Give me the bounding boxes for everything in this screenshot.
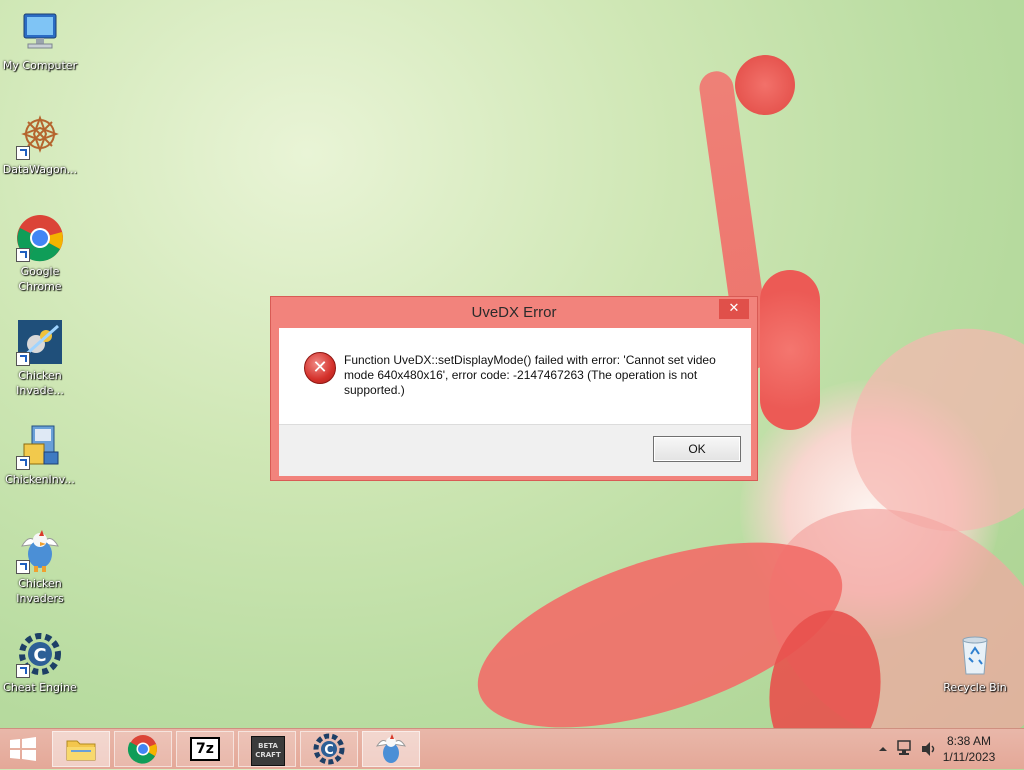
chicken-icon bbox=[16, 526, 64, 574]
desktop-icon-chickeninv-installer[interactable]: ChickenInv... bbox=[0, 422, 80, 487]
taskbar-betacraft[interactable]: BETA CRAFT bbox=[238, 731, 296, 767]
desktop-icon-label: Recycle Bin bbox=[943, 681, 1007, 694]
dialog-title: UveDX Error bbox=[471, 304, 557, 321]
start-button[interactable] bbox=[8, 737, 38, 761]
desktop-icon-chicken-invaders-2[interactable]: Chicken Invaders bbox=[0, 526, 80, 606]
network-icon[interactable] bbox=[896, 739, 914, 759]
betacraft-icon: BETA CRAFT bbox=[251, 736, 285, 766]
chicken-invaders-game-icon bbox=[16, 318, 64, 366]
close-button[interactable]: ✕ bbox=[719, 299, 749, 319]
shortcut-arrow-icon bbox=[16, 146, 30, 160]
desktop-icon-label: ChickenInv... bbox=[5, 473, 75, 486]
clock-date: 1/11/2023 bbox=[942, 750, 996, 764]
taskbar-google-chrome[interactable] bbox=[114, 731, 172, 767]
ok-button[interactable]: OK bbox=[653, 436, 741, 462]
shortcut-arrow-icon bbox=[16, 456, 30, 470]
desktop-icon-label: Chicken Invade... bbox=[16, 369, 64, 397]
taskbar-chicken-invaders[interactable] bbox=[362, 731, 420, 767]
desktop-icon-cheat-engine[interactable]: C Cheat Engine bbox=[0, 630, 80, 695]
desktop-icon-label: DataWagon... bbox=[2, 163, 78, 176]
desktop-icon-chicken-invaders-1[interactable]: Chicken Invade... bbox=[0, 318, 80, 398]
dialog-message-area: ✕ Function UveDX::setDisplayMode() faile… bbox=[279, 328, 751, 424]
flower-stamen bbox=[760, 270, 820, 430]
chrome-icon bbox=[16, 214, 64, 262]
flower-bud bbox=[735, 55, 795, 115]
desktop-icon-label: Google Chrome bbox=[18, 265, 62, 293]
chicken-icon bbox=[376, 734, 406, 763]
shortcut-arrow-icon bbox=[16, 664, 30, 678]
shortcut-arrow-icon bbox=[16, 248, 30, 262]
taskbar-cheat-engine[interactable]: C bbox=[300, 731, 358, 767]
installer-icon bbox=[16, 422, 64, 470]
error-message: Function UveDX::setDisplayMode() failed … bbox=[344, 353, 716, 397]
error-icon: ✕ bbox=[304, 352, 336, 384]
cheat-engine-icon: C bbox=[16, 630, 64, 678]
clock[interactable]: 8:38 AM 1/11/2023 bbox=[934, 733, 1004, 765]
cheat-engine-icon: C bbox=[313, 733, 345, 765]
shortcut-arrow-icon bbox=[16, 352, 30, 366]
shortcut-arrow-icon bbox=[16, 560, 30, 574]
show-hidden-icons-icon[interactable] bbox=[878, 744, 888, 754]
clock-time: 8:38 AM bbox=[946, 734, 992, 748]
folder-icon bbox=[66, 740, 96, 761]
svg-text:C: C bbox=[33, 645, 46, 666]
dialog-footer: OK bbox=[279, 424, 751, 476]
7zip-label: 7z bbox=[196, 741, 214, 757]
datawagon-icon bbox=[16, 112, 64, 160]
desktop-icon-my-computer[interactable]: My Computer bbox=[0, 8, 80, 73]
desktop-icon-datawagon[interactable]: DataWagon... bbox=[0, 112, 80, 177]
desktop-icon-label: Cheat Engine bbox=[3, 681, 77, 694]
computer-icon bbox=[16, 8, 64, 56]
desktop-icon-label: My Computer bbox=[2, 59, 78, 72]
dialog-body: ✕ Function UveDX::setDisplayMode() faile… bbox=[279, 328, 751, 476]
chrome-icon bbox=[127, 735, 157, 764]
svg-text:C: C bbox=[324, 743, 334, 758]
7zip-icon: 7z bbox=[190, 737, 220, 761]
error-dialog: UveDX Error ✕ ✕ Function UveDX::setDispl… bbox=[270, 296, 758, 481]
recycle-bin-icon bbox=[951, 630, 999, 678]
desktop-icon-label: Chicken Invaders bbox=[16, 577, 64, 605]
taskbar-7zip[interactable]: 7z bbox=[176, 731, 234, 767]
betacraft-label: BETA CRAFT bbox=[255, 742, 281, 759]
taskbar-file-explorer[interactable] bbox=[52, 731, 110, 767]
windows-logo-icon bbox=[10, 737, 36, 761]
desktop-icon-recycle-bin[interactable]: Recycle Bin bbox=[935, 630, 1015, 695]
desktop-icon-google-chrome[interactable]: Google Chrome bbox=[0, 214, 80, 294]
taskbar: 7z BETA CRAFT C 8:38 AM 1/11/2023 bbox=[0, 728, 1024, 769]
system-tray: 8:38 AM 1/11/2023 bbox=[864, 729, 1024, 769]
